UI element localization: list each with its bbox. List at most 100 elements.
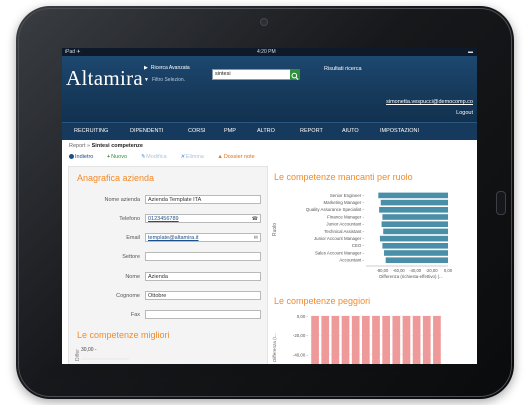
nav-dipendenti[interactable]: DIPENDENTI <box>130 123 163 140</box>
nav-aiuto[interactable]: AIUTO <box>342 123 359 140</box>
email-field[interactable]: template@altamira.it ✉ <box>145 233 261 242</box>
worst-chart-bar <box>331 316 340 364</box>
missing-chart-x-axis-label: Differenza (richiesta-effettivo) (... <box>379 274 443 279</box>
email-label: Email <box>126 235 140 241</box>
search-icon <box>291 72 299 80</box>
new-button[interactable]: +Nuovo <box>107 154 133 160</box>
toolbar: Indietro +Nuovo ✎Modifica ✕Elimina ▲Doss… <box>69 154 267 160</box>
table-reflection <box>40 366 490 396</box>
worst-chart-bar <box>321 316 330 364</box>
search-button[interactable] <box>290 69 300 80</box>
fax-field[interactable] <box>145 310 261 319</box>
edit-button[interactable]: ✎Modifica <box>141 154 173 160</box>
company-name-field[interactable]: Azienda Template ITA <box>145 195 261 204</box>
missing-chart-x-tick: -40,00 <box>409 268 422 273</box>
nav-report[interactable]: REPORT <box>300 123 323 140</box>
worst-chart-bar <box>422 316 431 364</box>
filter-selected-label: Filtro Selezion. <box>151 77 186 83</box>
last-name-value: Ottobre <box>148 293 167 299</box>
missing-chart-category-label: Finance Manager - <box>327 214 364 219</box>
nav-recruiting[interactable]: RECRUITING <box>74 123 108 140</box>
report-button[interactable]: ▲Dossier note <box>217 154 260 160</box>
filter-selected-link[interactable]: ▼ Filtro Selezion. <box>144 77 185 83</box>
delete-label: Elimina <box>185 154 204 160</box>
back-label: Indietro <box>75 154 94 160</box>
phone-field[interactable]: 0123456789 ☎ <box>145 214 261 223</box>
app-screen: iPad ✈ 4:20 PM ▬ Altamira ▶ Ricerca Avanz… <box>62 48 477 364</box>
status-time: 4:20 PM <box>257 49 276 55</box>
missing-chart-x-tick: 0,00 <box>444 268 453 273</box>
worst-skills-title: Le competenze peggiori <box>274 296 371 306</box>
logout-link[interactable]: Logout <box>456 110 473 116</box>
first-name-label: Nome <box>125 274 140 280</box>
last-name-label: Cognome <box>116 293 140 299</box>
worst-chart-bar <box>392 316 401 364</box>
mail-icon[interactable]: ✉ <box>254 234 258 243</box>
back-button[interactable]: Indietro <box>69 154 99 160</box>
new-label: Nuovo <box>111 154 128 160</box>
missing-chart-category-label: Marketing Manager - <box>323 200 364 205</box>
company-name-value: Azienda Template ITA <box>148 197 202 203</box>
advanced-search-label: Ricerca Avanzata <box>150 65 190 71</box>
best-skills-chart: Differ 30,00 - <box>75 347 129 361</box>
missing-chart-category-label: Quality Assurance Specialist - <box>306 207 365 212</box>
best-chart-tick: 30,00 - <box>81 347 97 353</box>
missing-chart-x-tick: -60,00 <box>393 268 406 273</box>
back-icon <box>69 154 74 159</box>
search-input[interactable]: sintesi <box>212 69 293 80</box>
missing-chart-category-label: CEO - <box>352 243 365 248</box>
missing-chart-category-label: Junior Account Manager - <box>314 236 365 241</box>
worst-chart-y-axis-label: Differenza (r... <box>272 333 277 362</box>
phone-value[interactable]: 0123456789 <box>148 216 179 222</box>
worst-chart-bar <box>372 316 380 364</box>
last-name-field[interactable]: Ottobre <box>145 291 261 300</box>
missing-chart-category-label: Sales Account Manager - <box>315 250 365 255</box>
nav-altro[interactable]: ALTRO <box>257 123 275 140</box>
worst-chart-bar <box>402 316 411 364</box>
first-name-field[interactable]: Azienda <box>145 272 261 281</box>
nav-impostazioni[interactable]: IMPOSTAZIONI <box>380 123 419 140</box>
missing-chart-bar <box>382 243 448 249</box>
best-skills-title: Le competenze migliori <box>77 330 170 340</box>
missing-chart-x-tick: -80,00 <box>376 268 389 273</box>
missing-chart-bar <box>379 207 448 213</box>
fax-label: Fax <box>130 312 140 318</box>
breadcrumb-parent[interactable]: Report <box>69 143 86 149</box>
first-name-value: Azienda <box>148 274 168 280</box>
user-email-link[interactable]: simonetta.vespucci@democomp.co <box>386 99 473 105</box>
company-name-label: Nome azienda <box>104 197 140 203</box>
company-panel: Anagrafica azienda Nome azienda Azienda … <box>68 166 268 364</box>
missing-chart-bar <box>384 250 448 256</box>
nav-pmp[interactable]: PMP <box>224 123 236 140</box>
missing-chart-bar <box>381 221 448 227</box>
email-value[interactable]: template@altamira.it <box>148 235 199 241</box>
missing-chart-category-label: Accountant - <box>339 258 364 263</box>
worst-chart-y-tick: -20,00 - <box>293 333 309 338</box>
edit-label: Modifica <box>146 154 167 160</box>
battery-icon: ▬ <box>468 49 473 55</box>
main-nav: RECRUITING DIPENDENTI CORSI PMP ALTRO RE… <box>62 122 477 140</box>
triangle-down-icon: ▼ <box>144 77 149 83</box>
home-button[interactable] <box>496 191 506 215</box>
status-bar: iPad ✈ 4:20 PM ▬ <box>62 48 477 56</box>
charts-panel: Le competenze mancanti per ruolo Ruolo Se… <box>270 166 475 364</box>
search-results-label: Risultati ricerca <box>324 66 362 72</box>
breadcrumb-separator: » <box>87 143 91 149</box>
sector-field[interactable] <box>145 252 261 261</box>
breadcrumb: Report » Sintesi competenze <box>69 143 143 149</box>
warning-icon: ▲ <box>217 154 223 160</box>
report-label: Dossier note <box>223 154 255 160</box>
advanced-search-link[interactable]: ▶ Ricerca Avanzata <box>144 65 190 71</box>
missing-skills-title: Le competenze mancanti per ruolo <box>274 172 413 182</box>
nav-corsi[interactable]: CORSI <box>188 123 205 140</box>
delete-button[interactable]: ✕Elimina <box>180 154 210 160</box>
missing-skills-chart: Ruolo Senior Engineer - Marketing Manager … <box>272 192 453 279</box>
phone-icon[interactable]: ☎ <box>252 215 258 224</box>
worst-chart-bar <box>351 316 360 364</box>
missing-chart-x-tick: -20,00 <box>426 268 439 273</box>
sector-label: Settore <box>122 254 140 260</box>
missing-chart-bar <box>383 228 448 235</box>
missing-chart-bar <box>382 214 448 220</box>
missing-chart-bar <box>385 257 448 263</box>
missing-chart-category-label: Senior Engineer - <box>330 193 365 198</box>
